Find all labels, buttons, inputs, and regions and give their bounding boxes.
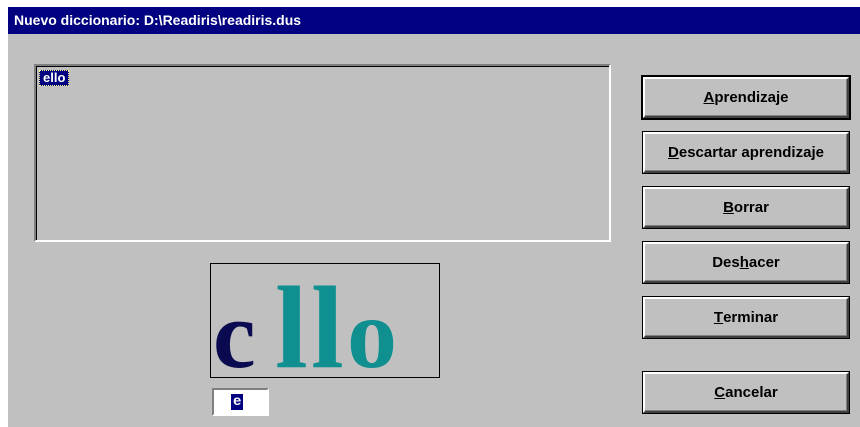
- button-label-post: escartar aprendizaje: [678, 144, 824, 161]
- button-label-post: ancelar: [725, 384, 778, 401]
- preview-letter-l: l: [275, 264, 308, 377]
- list-item-selected[interactable]: ello: [39, 70, 70, 86]
- dictionary-dialog: Nuevo diccionario: D:\Readiris\readiris.…: [7, 6, 860, 427]
- button-label-post: erminar: [723, 309, 779, 326]
- character-preview: c l l o: [210, 263, 440, 378]
- button-label-pre: Des: [712, 254, 740, 271]
- button-label-post: orrar: [733, 199, 769, 216]
- button-label-post: acer: [748, 254, 780, 271]
- mnemonic-key: A: [703, 89, 715, 106]
- preview-letter-c: c: [213, 281, 256, 377]
- mnemonic-key: B: [723, 199, 734, 216]
- word-listbox[interactable]: ello: [34, 64, 611, 242]
- descartar-aprendizaje-button[interactable]: Descartar aprendizaje: [643, 132, 849, 173]
- dialog-title: Nuevo diccionario: D:\Readiris\readiris.…: [8, 7, 860, 34]
- mnemonic-key: C: [714, 384, 726, 401]
- button-label-post: prendizaje: [714, 89, 789, 106]
- character-input[interactable]: e: [212, 388, 269, 416]
- mnemonic-key: T: [713, 309, 724, 326]
- character-input-value: e: [231, 394, 244, 410]
- mnemonic-key: D: [668, 144, 679, 161]
- borrar-button[interactable]: Borrar: [643, 187, 849, 228]
- preview-letter-l: l: [311, 264, 344, 377]
- deshacer-button[interactable]: Des h acer: [643, 242, 849, 283]
- cancelar-button[interactable]: Cancelar: [643, 372, 849, 413]
- preview-letter-o: o: [347, 278, 397, 377]
- aprendizaje-button[interactable]: Aprendizaje: [643, 77, 849, 118]
- mnemonic-key: h: [739, 254, 749, 271]
- terminar-button[interactable]: Terminar: [643, 297, 849, 338]
